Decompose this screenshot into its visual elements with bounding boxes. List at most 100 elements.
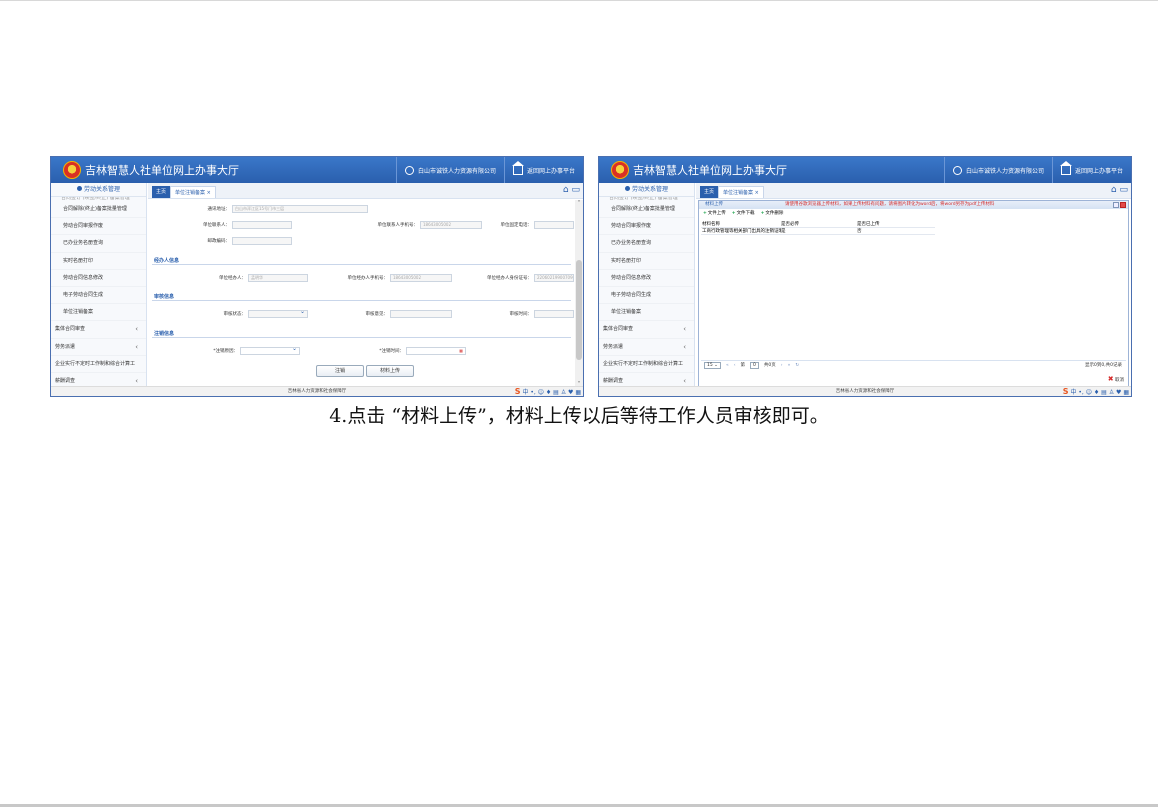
sidebar-item[interactable]: 合同解除(终止)备案批量管理: [599, 201, 694, 219]
cancel-time-label: *注销时间：: [379, 349, 404, 354]
section-divider: [152, 264, 571, 265]
upload-warning: 请使用谷歌浏览器上传材料，如果上传材料有问题，请将图片转化为word后，将wor…: [785, 202, 995, 207]
sidebar: 劳动关系管理 合同签订 (续签/终止) 备案管理 合同解除(终止)备案批量管理 …: [599, 183, 695, 396]
user-name: 白山市诚铁人力资源有限公司: [417, 167, 496, 175]
first-page-icon[interactable]: «: [726, 361, 729, 369]
file-download-button[interactable]: +文件下载: [732, 209, 755, 219]
home-link-label: 返回网上办事平台: [526, 167, 575, 175]
landline-label: 单位固定电话：: [500, 223, 533, 228]
upload-dialog-title: 材料上传 请使用谷歌浏览器上传材料，如果上传材料有问题，请将图片转化为word后…: [699, 201, 1128, 209]
plus-icon: +: [760, 211, 765, 216]
sidebar-item[interactable]: 已办业务名册查询: [51, 235, 146, 253]
tab-cancel-filing[interactable]: 单位注销备案 ×: [718, 186, 764, 198]
sidebar-item[interactable]: 电子劳动合同生成: [51, 287, 146, 305]
tab-bar: 主页 单位注销备案 × ⌂ ▭: [148, 183, 583, 199]
sidebar-group[interactable]: 劳务派遣 ‹: [599, 339, 694, 356]
upload-button[interactable]: 材料上传: [366, 365, 414, 377]
last-page-icon[interactable]: »: [788, 361, 791, 369]
upload-toolbar: +文件上传 +文件下载 +文件删除: [699, 209, 1128, 219]
scroll-up-icon[interactable]: ˄: [575, 200, 583, 207]
postcode-field: [232, 237, 292, 245]
contact-phone-label: 单位联系人手机号：: [377, 223, 419, 228]
tab-cancel-filing[interactable]: 单位注销备案 ×: [170, 186, 216, 198]
home-link[interactable]: 返回网上办事平台: [503, 157, 583, 183]
emblem-icon: [611, 161, 629, 179]
page-label: 第: [740, 363, 746, 368]
ime-toolbar[interactable]: S中 •, ☺ ♦ ▤ ♙ ♥ ▦: [515, 387, 581, 396]
sidebar-item[interactable]: 单位注销备案: [599, 304, 694, 322]
page-number-input[interactable]: 0: [750, 362, 759, 369]
close-icon[interactable]: [1120, 202, 1126, 208]
user-icon: [952, 165, 962, 175]
column-header: 是否必传: [781, 222, 799, 227]
cancel-button[interactable]: 注销: [316, 365, 364, 377]
cell-uploaded: 否: [857, 229, 862, 234]
refresh-icon[interactable]: ↻: [795, 361, 799, 369]
section-divider: [152, 300, 571, 301]
ime-toolbar[interactable]: S中 •, ☺ ♦ ▤ ♙ ♥ ▦: [1062, 386, 1129, 396]
calendar-icon[interactable]: ▦: [459, 348, 463, 354]
ime-tools-icon: 中 •, ☺ ♦ ▤ ♙ ♥ ▦: [522, 388, 581, 396]
page-total: 共0页: [763, 363, 776, 368]
sidebar: 劳动关系管理 合同签订 (续签/终止) 备案管理 合同解除(终止)备案批量管理 …: [51, 183, 147, 396]
sidebar-item[interactable]: 劳动合同审报作废: [51, 218, 146, 236]
cancel-reason-select[interactable]: [240, 347, 300, 355]
prev-page-icon[interactable]: ‹: [734, 361, 736, 369]
material-table: 材料名称 是否必传 是否已上传 工商行政管理等相关部门出具的注销证明 是 否: [701, 221, 935, 235]
sogou-icon: S: [1062, 386, 1069, 396]
table-header: 材料名称 是否必传 是否已上传: [701, 221, 935, 228]
home-tools-icon[interactable]: ⌂ ▭: [563, 185, 580, 195]
screenshot-form: 吉林智慧人社单位网上办事大厅 白山市诚铁人力资源有限公司 返回网上办事平台 劳动…: [50, 156, 584, 397]
home-tools-icon[interactable]: ⌂ ▭: [1111, 185, 1128, 195]
address-field: 白山市浑江区15号门市三层: [232, 205, 368, 213]
sidebar-group[interactable]: 集体合同审查 ‹: [51, 321, 146, 339]
section-review: 审核信息: [154, 294, 175, 300]
sidebar-item[interactable]: 单位注销备案: [51, 304, 146, 322]
sidebar-item[interactable]: 劳动合同信息修改: [51, 270, 146, 287]
file-upload-button[interactable]: +文件上传: [703, 209, 726, 219]
home-link-label: 返回网上办事平台: [1074, 167, 1123, 175]
table-row[interactable]: 工商行政管理等相关部门出具的注销证明 是 否: [701, 228, 935, 235]
tab-home[interactable]: 主页: [700, 186, 719, 198]
sidebar-item[interactable]: 实时名册打印: [599, 253, 694, 270]
upload-dialog: 材料上传 请使用谷歌浏览器上传材料，如果上传材料有问题，请将图片转化为word后…: [698, 200, 1129, 388]
home-link[interactable]: 返回网上办事平台: [1051, 157, 1131, 183]
next-page-icon[interactable]: ›: [781, 361, 783, 369]
user-menu[interactable]: 白山市诚铁人力资源有限公司: [943, 157, 1052, 183]
minimize-icon[interactable]: [1113, 202, 1119, 208]
chevron-left-icon: ‹: [683, 325, 686, 334]
sidebar-header[interactable]: 劳动关系管理: [599, 183, 694, 197]
section-divider: [152, 337, 571, 338]
tab-home[interactable]: 主页: [152, 186, 171, 198]
sidebar-item[interactable]: 电子劳动合同生成: [599, 287, 694, 305]
file-delete-button[interactable]: +文件删除: [761, 209, 784, 219]
scrollbar[interactable]: ˄ ˅: [575, 200, 583, 388]
sidebar-item[interactable]: 实时名册打印: [51, 253, 146, 270]
user-menu[interactable]: 白山市诚铁人力资源有限公司: [395, 157, 504, 183]
user-name: 白山市诚铁人力资源有限公司: [965, 167, 1044, 175]
sidebar-group[interactable]: 劳务派遣 ‹: [51, 339, 146, 356]
sidebar-group[interactable]: 企业实行不定时工作制和综合计算工: [51, 356, 146, 373]
sidebar-item[interactable]: 已办业务名册查询: [599, 235, 694, 253]
chevron-left-icon: ‹: [683, 342, 686, 351]
sidebar-item[interactable]: 劳动合同信息修改: [599, 270, 694, 287]
sidebar-group[interactable]: 企业实行不定时工作制和综合计算工: [599, 356, 694, 373]
handler-label: 单位经办人：: [219, 276, 246, 281]
cancel-time-field[interactable]: ▦: [406, 347, 466, 355]
footer: 吉林省人力资源和社会保障厅: [51, 386, 583, 396]
sidebar-group[interactable]: 集体合同审查 ‹: [599, 321, 694, 339]
cancel-dialog-button[interactable]: ✖ 取消: [1108, 375, 1124, 383]
review-opinion-label: 审核意见：: [365, 312, 389, 317]
sidebar-item[interactable]: 合同解除(终止)备案批量管理: [51, 201, 146, 219]
scroll-thumb[interactable]: [576, 260, 582, 360]
cell-material-name: 工商行政管理等相关部门出具的注销证明: [702, 229, 781, 234]
sidebar-header[interactable]: 劳动关系管理: [51, 183, 146, 197]
page-size-select[interactable]: 15 ⌄: [704, 362, 721, 369]
menu-dot-icon: [624, 186, 630, 191]
tab-bar: 主页 单位注销备案 × ⌂ ▭: [696, 183, 1131, 199]
main-area: 主页 单位注销备案 × ⌂ ▭ 材料上传 请使用谷歌浏览器上传材料，如果上传材料…: [696, 183, 1131, 396]
review-time-field: [534, 310, 574, 318]
chevron-left-icon: ‹: [135, 325, 138, 334]
sidebar-item[interactable]: 劳动合同审报作废: [599, 218, 694, 236]
app-title: 吉林智慧人社单位网上办事大厅: [85, 164, 239, 177]
